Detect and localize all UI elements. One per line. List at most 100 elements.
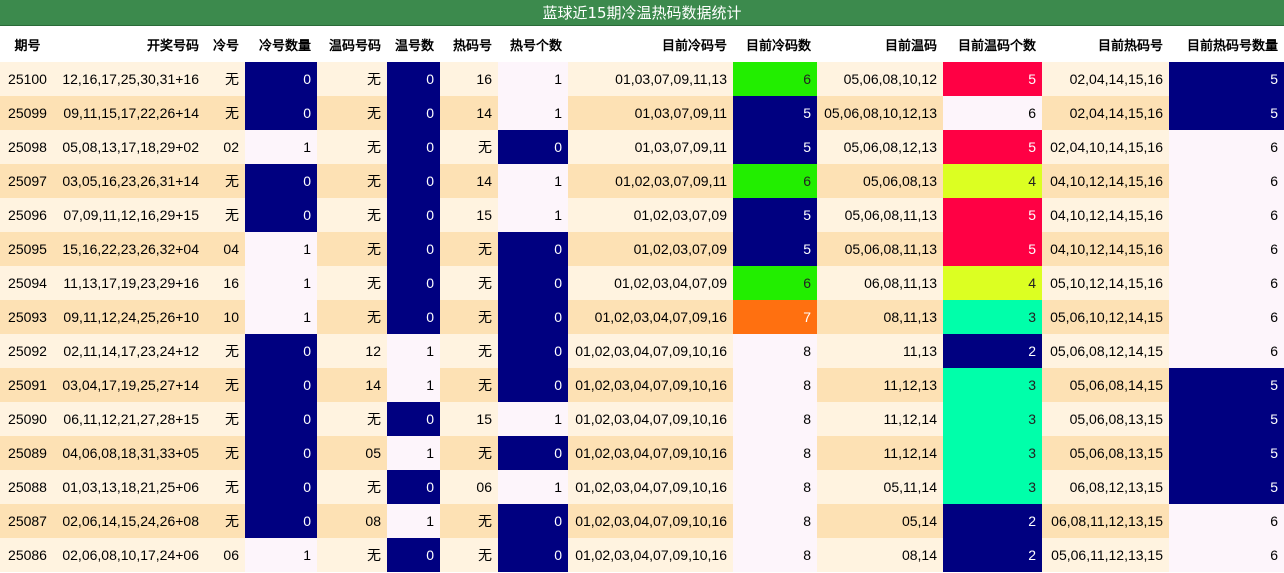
table-cell: 01,02,03,04,07,09 bbox=[568, 266, 733, 300]
table-cell: 01,02,03,04,07,09,10,16 bbox=[568, 470, 733, 504]
table-cell: 无 bbox=[317, 300, 387, 334]
table-cell: 1 bbox=[498, 96, 568, 130]
table-cell: 05,06,08,12,13 bbox=[817, 130, 943, 164]
table-cell: 2 bbox=[943, 504, 1042, 538]
table-cell: 05,06,08,12,14,15 bbox=[1042, 334, 1169, 368]
table-cell: 03,05,16,23,26,31+14 bbox=[55, 164, 205, 198]
table-row: 25099 09,11,15,17,22,26+14 无 0 无 0 14 1 01,03,07… bbox=[0, 96, 1284, 130]
table-cell: 5 bbox=[1169, 436, 1284, 470]
table-cell: 0 bbox=[387, 402, 440, 436]
table-cell: 5 bbox=[943, 198, 1042, 232]
table-row: 25088 01,03,13,18,21,25+06 无 0 无 0 06 1 01,02,03… bbox=[0, 470, 1284, 504]
column-header: 冷号数量 bbox=[245, 26, 317, 62]
table-cell: 无 bbox=[205, 402, 245, 436]
table-cell: 01,02,03,04,07,09,10,16 bbox=[568, 504, 733, 538]
table-cell: 0 bbox=[245, 164, 317, 198]
table-cell: 01,02,03,04,07,09,10,16 bbox=[568, 368, 733, 402]
table-cell: 01,03,07,09,11,13 bbox=[568, 62, 733, 96]
table-cell: 无 bbox=[317, 232, 387, 266]
table-cell: 12 bbox=[317, 334, 387, 368]
table-cell: 25092 bbox=[0, 334, 55, 368]
column-header: 目前温码个数 bbox=[943, 26, 1042, 62]
table-cell: 5 bbox=[733, 232, 817, 266]
column-header: 目前温码 bbox=[817, 26, 943, 62]
table-cell: 0 bbox=[387, 300, 440, 334]
table-row: 25093 09,11,12,24,25,26+10 10 1 无 0 无 0 01,02,03… bbox=[0, 300, 1284, 334]
table-cell: 05,06,08,13 bbox=[817, 164, 943, 198]
table-cell: 11,12,14 bbox=[817, 436, 943, 470]
table-cell: 无 bbox=[317, 470, 387, 504]
table-cell: 3 bbox=[943, 470, 1042, 504]
table-cell: 06,11,12,21,27,28+15 bbox=[55, 402, 205, 436]
table-cell: 1 bbox=[245, 300, 317, 334]
table-cell: 无 bbox=[317, 130, 387, 164]
table-cell: 5 bbox=[1169, 62, 1284, 96]
table-cell: 11,12,13 bbox=[817, 368, 943, 402]
table-cell: 6 bbox=[943, 96, 1042, 130]
table-cell: 无 bbox=[440, 300, 498, 334]
column-header: 目前冷码数 bbox=[733, 26, 817, 62]
table-cell: 25088 bbox=[0, 470, 55, 504]
table-cell: 无 bbox=[440, 334, 498, 368]
table-cell: 8 bbox=[733, 470, 817, 504]
table-cell: 5 bbox=[943, 232, 1042, 266]
table-cell: 3 bbox=[943, 402, 1042, 436]
table-cell: 0 bbox=[245, 436, 317, 470]
table-cell: 01,02,03,04,07,09,10,16 bbox=[568, 436, 733, 470]
table-cell: 0 bbox=[498, 436, 568, 470]
table-cell: 1 bbox=[498, 470, 568, 504]
table-cell: 01,02,03,07,09,11 bbox=[568, 164, 733, 198]
table-cell: 0 bbox=[387, 130, 440, 164]
table-cell: 0 bbox=[387, 62, 440, 96]
table-cell: 14 bbox=[440, 164, 498, 198]
table-cell: 无 bbox=[440, 436, 498, 470]
table-cell: 0 bbox=[387, 538, 440, 572]
table-cell: 16 bbox=[205, 266, 245, 300]
table-row: 25098 05,08,13,17,18,29+02 02 1 无 0 无 0 01,03,07… bbox=[0, 130, 1284, 164]
table-cell: 02,11,14,17,23,24+12 bbox=[55, 334, 205, 368]
table-cell: 无 bbox=[440, 266, 498, 300]
table-cell: 15 bbox=[440, 402, 498, 436]
table-cell: 0 bbox=[498, 334, 568, 368]
table-cell: 08,14 bbox=[817, 538, 943, 572]
table-cell: 1 bbox=[245, 266, 317, 300]
table-cell: 0 bbox=[245, 198, 317, 232]
table-cell: 无 bbox=[440, 538, 498, 572]
table-cell: 2 bbox=[943, 538, 1042, 572]
table-row: 25091 03,04,17,19,25,27+14 无 0 14 1 无 0 01,02,03… bbox=[0, 368, 1284, 402]
table-cell: 5 bbox=[1169, 402, 1284, 436]
table-cell: 无 bbox=[205, 504, 245, 538]
table-cell: 无 bbox=[205, 334, 245, 368]
table-cell: 5 bbox=[943, 62, 1042, 96]
table-cell: 7 bbox=[733, 300, 817, 334]
table-cell: 05,06,08,14,15 bbox=[1042, 368, 1169, 402]
table-cell: 无 bbox=[205, 368, 245, 402]
table-cell: 无 bbox=[205, 470, 245, 504]
table-cell: 5 bbox=[943, 130, 1042, 164]
table-cell: 02 bbox=[205, 130, 245, 164]
table-cell: 1 bbox=[245, 538, 317, 572]
table-cell: 0 bbox=[498, 266, 568, 300]
table-cell: 04,10,12,14,15,16 bbox=[1042, 198, 1169, 232]
table-cell: 25095 bbox=[0, 232, 55, 266]
table-row: 25100 12,16,17,25,30,31+16 无 0 无 0 16 1 01,03,07… bbox=[0, 62, 1284, 96]
column-header: 目前热码号 bbox=[1042, 26, 1169, 62]
table-cell: 25093 bbox=[0, 300, 55, 334]
table-cell: 05,06,10,12,14,15 bbox=[1042, 300, 1169, 334]
table-cell: 1 bbox=[245, 130, 317, 164]
table-cell: 6 bbox=[1169, 266, 1284, 300]
table-row: 25087 02,06,14,15,24,26+08 无 0 08 1 无 0 01,02,03… bbox=[0, 504, 1284, 538]
column-header: 温码号码 bbox=[317, 26, 387, 62]
table-cell: 5 bbox=[733, 130, 817, 164]
table-cell: 11,12,14 bbox=[817, 402, 943, 436]
table-cell: 8 bbox=[733, 402, 817, 436]
table-cell: 1 bbox=[387, 504, 440, 538]
table-cell: 25087 bbox=[0, 504, 55, 538]
table-cell: 05,06,08,10,12,13 bbox=[817, 96, 943, 130]
table-cell: 04,10,12,14,15,16 bbox=[1042, 232, 1169, 266]
header-row: 期号 开奖号码 冷号 冷号数量 温码号码 温号数 热码号 热号个数 目前冷码号 目前冷码数 目前温码… bbox=[0, 26, 1284, 62]
table-cell: 8 bbox=[733, 368, 817, 402]
table-cell: 15,16,22,23,26,32+04 bbox=[55, 232, 205, 266]
table-cell: 10 bbox=[205, 300, 245, 334]
table-cell: 0 bbox=[245, 504, 317, 538]
